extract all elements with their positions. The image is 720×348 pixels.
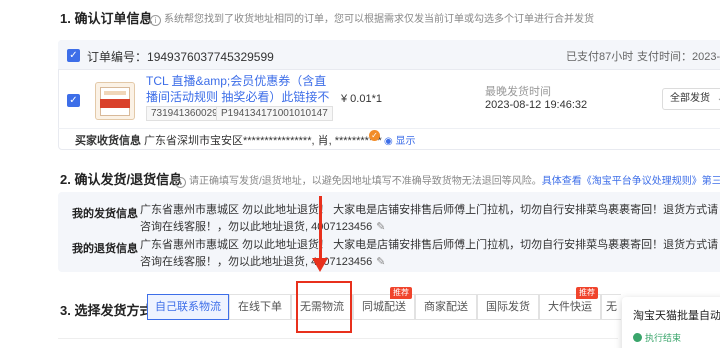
- chevron-down-icon: ⌄: [717, 89, 720, 109]
- tab-bulky-freight[interactable]: 大件快运 推荐: [539, 287, 601, 320]
- automation-popup: 淘宝天猫批量自动发 执行结束: [622, 297, 720, 348]
- tab-international[interactable]: 国际发货: [477, 294, 539, 320]
- return-info-value: 广东省惠州市惠城区 勿以此地址退货！ 大家电是店铺安排售后师傅上门拉机，切勿自行…: [140, 237, 720, 271]
- order-number-label: 订单编号：: [87, 50, 148, 64]
- buyer-address-label: 买家收货信息: [75, 135, 141, 147]
- buyer-address-value: 广东省深圳市宝安区****************, 肖, **********…: [144, 135, 382, 147]
- product-price: ¥ 0.01*1: [341, 93, 382, 105]
- ship-scope-select[interactable]: 全部发货 ⌄: [662, 88, 720, 110]
- logistics-form-row: [58, 338, 618, 348]
- ship-scope-value: 全部发货: [670, 93, 710, 104]
- product-code-2: P194134171001010147: [216, 106, 333, 121]
- product-code-1: 731941360029: [146, 106, 223, 121]
- section2-hint: i 请正确填写发货/退货地址，以避免因地址填写不准确导致货物无法退回等风险。具体查…: [175, 172, 720, 188]
- privacy-shield-icon: ✓: [369, 130, 380, 141]
- info-icon: i: [175, 177, 186, 188]
- ship-info-text: 广东省惠州市惠城区 勿以此地址退货！ 大家电是店铺安排售后师傅上门拉机，切勿自行…: [140, 204, 719, 233]
- order-number: 订单编号：1949376037745329599: [87, 48, 274, 65]
- annotation-arrow-line: [319, 196, 322, 260]
- order-checkbox[interactable]: ✓: [67, 49, 80, 62]
- annotation-arrow-head: [312, 258, 328, 272]
- paid-duration: 已支付87小时: [566, 51, 634, 63]
- recommend-badge: 推荐: [576, 287, 598, 299]
- tab-bulky-freight-label: 大件快运: [548, 301, 592, 313]
- ship-info-label: 我的发货信息: [72, 208, 138, 220]
- pay-time: 支付时间：2023-08: [637, 51, 720, 63]
- section2-hint-text: 请正确填写发货/退货地址，以避免因地址填写不准确导致货物无法退回等风险。: [189, 176, 542, 187]
- order-number-value: 1949376037745329599: [147, 50, 274, 64]
- tab-online-order[interactable]: 在线下单: [229, 294, 291, 320]
- popup-status: 执行结束: [633, 331, 681, 344]
- section1-hint: i 系统帮您找到了收货地址相同的订单，您可以根据需求仅发当前订单或勾选多个订单进行…: [150, 10, 594, 26]
- edit-icon[interactable]: ✎: [376, 221, 385, 233]
- section-title-confirm-shipping: 2. 确认发货/退货信息: [60, 172, 183, 187]
- eye-icon: ◉: [384, 136, 393, 147]
- recommend-badge: 推荐: [390, 287, 412, 299]
- product-checkbox[interactable]: ✓: [67, 94, 80, 107]
- product-thumbnail: [95, 82, 135, 120]
- latest-ship-value: 2023-08-12 19:46:32: [485, 99, 588, 111]
- annotation-highlight-box: [296, 281, 352, 333]
- dispute-rules-link[interactable]: 具体查看《淘宝平台争议处理规则》第三十七条: [542, 176, 720, 187]
- tab-same-city-delivery[interactable]: 同城配送 推荐: [353, 287, 415, 320]
- edit-icon[interactable]: ✎: [376, 256, 385, 268]
- tab-more[interactable]: 无: [601, 294, 621, 320]
- check-circle-icon: [633, 333, 642, 342]
- info-icon: i: [150, 15, 161, 26]
- show-address-toggle[interactable]: ◉ 显示: [384, 132, 416, 147]
- order-card-divider: [58, 128, 720, 129]
- ship-info-value: 广东省惠州市惠城区 勿以此地址退货！ 大家电是店铺安排售后师傅上门拉机，切勿自行…: [140, 202, 720, 236]
- return-info-text: 广东省惠州市惠城区 勿以此地址退货！ 大家电是店铺安排售后师傅上门拉机，切勿自行…: [140, 239, 719, 268]
- tab-self-contact-logistics[interactable]: 自己联系物流: [147, 294, 229, 320]
- show-address-label: 显示: [395, 136, 416, 147]
- return-info-label: 我的退货信息: [72, 243, 138, 255]
- section-title-confirm-order: 1. 确认订单信息: [60, 11, 153, 26]
- popup-status-text: 执行结束: [645, 333, 682, 343]
- tab-merchant-delivery[interactable]: 商家配送: [415, 294, 477, 320]
- section1-hint-text: 系统帮您找到了收货地址相同的订单，您可以根据需求仅发当前订单或勾选多个订单进行合…: [164, 14, 594, 25]
- latest-ship-label: 最晚发货时间: [485, 86, 551, 98]
- popup-title: 淘宝天猫批量自动发: [633, 310, 720, 322]
- section-title-ship-method: 3. 选择发货方式: [60, 303, 153, 318]
- tab-same-city-label: 同城配送: [362, 301, 406, 313]
